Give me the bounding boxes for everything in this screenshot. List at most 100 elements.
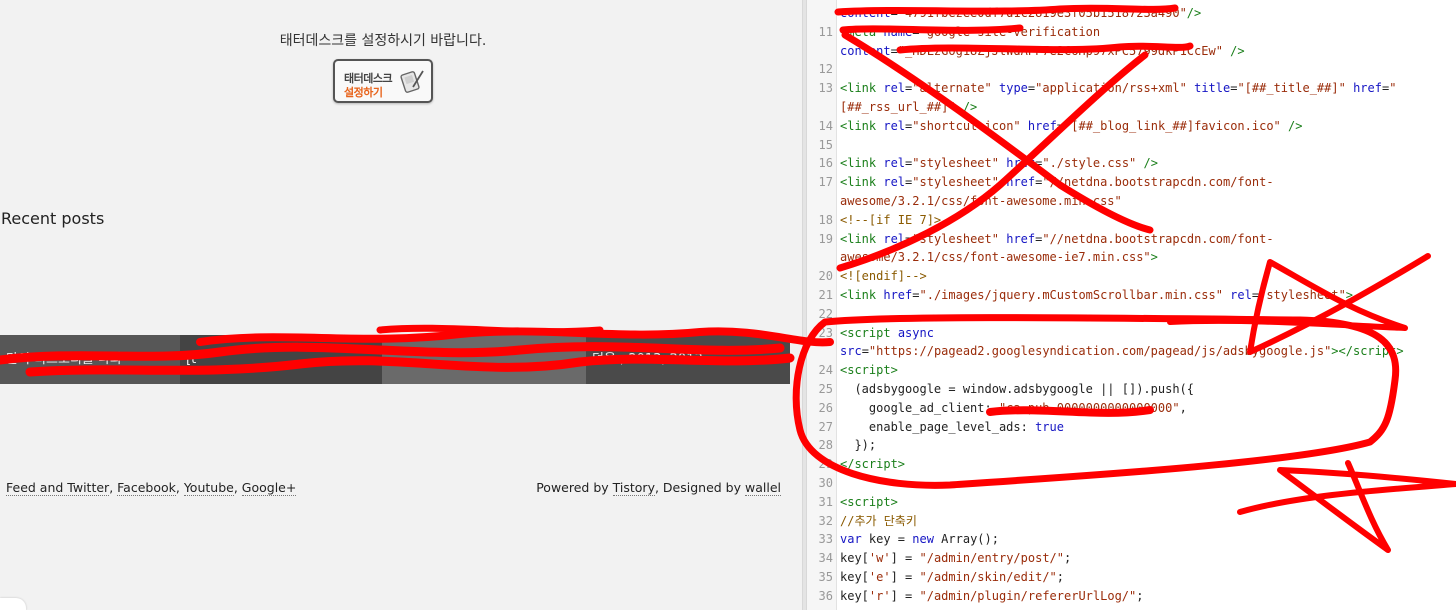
- code-text[interactable]: //추가 단축키: [840, 512, 917, 531]
- code-line[interactable]: src="https://pagead2.googlesyndication.c…: [807, 342, 1456, 361]
- line-number: 21: [818, 288, 833, 302]
- youtube-link[interactable]: Youtube: [183, 480, 234, 496]
- recent-posts-heading: Recent posts: [1, 209, 105, 228]
- code-text[interactable]: content="_HDLzGog18ZjJtWdAPP7e2C6Hp97xPC…: [840, 42, 1245, 61]
- code-line[interactable]: 27 enable_page_level_ads: true: [807, 418, 1456, 437]
- code-text[interactable]: google_ad_client: "ca-pub-00000000000000…: [840, 399, 1187, 418]
- code-line[interactable]: 32 //추가 단축키: [807, 512, 1456, 531]
- code-text[interactable]: src="https://pagead2.googlesyndication.c…: [840, 342, 1404, 361]
- line-number: 19: [818, 231, 833, 246]
- tatterdesk-setup-button[interactable]: 태터데스크 설정하기: [333, 59, 433, 103]
- line-number: 15: [818, 137, 833, 152]
- code-text[interactable]: <script>: [840, 493, 898, 512]
- code-line[interactable]: 24 <script>: [807, 361, 1456, 380]
- code-line[interactable]: 17 <link rel="stylesheet" href="//netdna.…: [807, 173, 1456, 192]
- line-number: 33: [818, 532, 833, 547]
- line-number: 16: [818, 156, 833, 171]
- code-text[interactable]: key['e'] = "/admin/skin/edit/";: [840, 568, 1064, 587]
- code-text[interactable]: <link href="./images/jquery.mCustomScrol…: [840, 286, 1353, 305]
- footer-social-links: Feed and Twitter, Facebook, Youtube, Goo…: [6, 480, 297, 496]
- code-text[interactable]: <link rel="stylesheet" href="//netdna.bo…: [840, 173, 1274, 192]
- code-line[interactable]: 28 });: [807, 436, 1456, 455]
- line-number: 17: [818, 175, 833, 190]
- recent-post-tile[interactable]: 덕을 , 2013, 2013..: [586, 335, 790, 384]
- code-text[interactable]: awesome/3.2.1/css/font-awesome.min.css": [840, 192, 1122, 211]
- code-text[interactable]: awesome/3.2.1/css/font-awesome-ie7.min.c…: [840, 248, 1158, 267]
- line-number: 35: [818, 570, 833, 584]
- code-line[interactable]: awesome/3.2.1/css/font-awesome-ie7.min.c…: [807, 248, 1456, 267]
- code-line[interactable]: 18 <!--[if IE 7]>: [807, 211, 1456, 230]
- code-line[interactable]: 13 <link rel="alternate" type="applicatio…: [807, 79, 1456, 98]
- code-line[interactable]: 21 <link href="./images/jquery.mCustomScr…: [807, 286, 1456, 305]
- code-text[interactable]: <link rel="stylesheet" href="./style.css…: [840, 154, 1158, 173]
- code-text[interactable]: key['w'] = "/admin/entry/post/";: [840, 549, 1071, 568]
- feed-twitter-link[interactable]: Feed and Twitter: [6, 480, 110, 496]
- recent-post-tile[interactable]: [382, 335, 586, 384]
- code-line[interactable]: 30: [807, 474, 1456, 493]
- line-number: 36: [818, 588, 833, 603]
- code-line[interactable]: 23 <script async: [807, 324, 1456, 343]
- code-line[interactable]: 31 <script>: [807, 493, 1456, 512]
- code-line[interactable]: 25 (adsbygoogle = window.adsbygoogle || …: [807, 380, 1456, 399]
- tatterdesk-button-line2: 설정하기: [344, 86, 383, 99]
- corner-tab[interactable]: [0, 598, 26, 610]
- line-number: 34: [818, 551, 833, 566]
- code-line[interactable]: awesome/3.2.1/css/font-awesome.min.css": [807, 192, 1456, 211]
- recent-post-tile[interactable]: 만이 티스토리를 나와: [0, 335, 180, 384]
- line-number: 31: [818, 494, 833, 509]
- code-text[interactable]: });: [840, 436, 876, 455]
- code-line[interactable]: 34 key['w'] = "/admin/entry/post/";: [807, 549, 1456, 568]
- code-line[interactable]: 11 <meta name="google-site-verification: [807, 23, 1456, 42]
- line-number: 23: [818, 325, 833, 340]
- line-number: 11: [818, 24, 833, 39]
- code-text[interactable]: enable_page_level_ads: true: [840, 418, 1064, 437]
- designed-by-label: Designed by: [662, 480, 742, 495]
- blog-preview-pane: 태터데스크를 설정하시기 바랍니다. 태터데스크 설정하기 Recent pos…: [0, 0, 802, 610]
- powered-by-label: Powered by: [536, 480, 609, 495]
- code-line[interactable]: 12: [807, 60, 1456, 79]
- code-line[interactable]: 14 <link rel="shortcut icon" href="[##_bl…: [807, 117, 1456, 136]
- code-text[interactable]: key['r'] = "/admin/plugin/refererUrlLog/…: [840, 587, 1143, 606]
- code-line[interactable]: 15: [807, 136, 1456, 155]
- code-text[interactable]: <script>: [840, 361, 898, 380]
- code-text[interactable]: content="4791fbezee0df7d1c2819e3f05b1518…: [840, 4, 1201, 23]
- html-code-editor[interactable]: content="4791fbezee0df7d1c2819e3f05b1518…: [807, 0, 1456, 610]
- code-line[interactable]: 19 <link rel="stylesheet" href="//netdna.…: [807, 230, 1456, 249]
- google-plus-link[interactable]: Google+: [241, 480, 297, 496]
- line-number: 30: [818, 476, 833, 490]
- code-line[interactable]: 29 </script>: [807, 455, 1456, 474]
- code-text[interactable]: <link rel="alternate" type="application/…: [840, 79, 1396, 98]
- code-line[interactable]: 20 <![endif]-->: [807, 267, 1456, 286]
- code-line[interactable]: content="_HDLzGog18ZjJtWdAPP7e2C6Hp97xPC…: [807, 42, 1456, 61]
- code-line[interactable]: 36 key['r'] = "/admin/plugin/refererUrlLo…: [807, 587, 1456, 606]
- code-text[interactable]: <link rel="stylesheet" href="//netdna.bo…: [840, 230, 1274, 249]
- code-text[interactable]: [##_rss_url_##]" />: [840, 98, 977, 117]
- code-text[interactable]: <meta name="google-site-verification: [840, 23, 1100, 42]
- facebook-link[interactable]: Facebook: [117, 480, 176, 496]
- code-line[interactable]: 16 <link rel="stylesheet" href="./style.c…: [807, 154, 1456, 173]
- line-number: 20: [818, 269, 833, 284]
- code-line[interactable]: 22: [807, 305, 1456, 324]
- designer-link[interactable]: wallel: [745, 480, 781, 496]
- code-text[interactable]: </script>: [840, 455, 905, 474]
- code-line[interactable]: 33 var key = new Array();: [807, 530, 1456, 549]
- code-line[interactable]: content="4791fbezee0df7d1c2819e3f05b1518…: [807, 4, 1456, 23]
- line-number: 22: [818, 306, 833, 321]
- code-line[interactable]: 35 key['e'] = "/admin/skin/edit/";: [807, 568, 1456, 587]
- code-text[interactable]: <!--[if IE 7]>: [840, 211, 941, 230]
- code-text[interactable]: <script async: [840, 324, 934, 343]
- code-line[interactable]: [##_rss_url_##]" />: [807, 98, 1456, 117]
- line-number: 25: [818, 382, 833, 396]
- line-number: 18: [818, 212, 833, 227]
- code-text[interactable]: var key = new Array();: [840, 530, 999, 549]
- code-line[interactable]: 26 google_ad_client: "ca-pub-00000000000…: [807, 399, 1456, 418]
- line-number: 27: [818, 419, 833, 434]
- recent-post-tile[interactable]: [t: [180, 335, 382, 384]
- line-number: 24: [818, 363, 833, 378]
- code-text[interactable]: <![endif]-->: [840, 267, 927, 286]
- footer-credits: Powered by Tistory, Designed by wallel: [536, 480, 781, 496]
- code-text[interactable]: (adsbygoogle = window.adsbygoogle || [])…: [840, 380, 1194, 399]
- line-number: 26: [818, 400, 833, 415]
- code-text[interactable]: <link rel="shortcut icon" href="[##_blog…: [840, 117, 1302, 136]
- tistory-link[interactable]: Tistory: [612, 480, 655, 496]
